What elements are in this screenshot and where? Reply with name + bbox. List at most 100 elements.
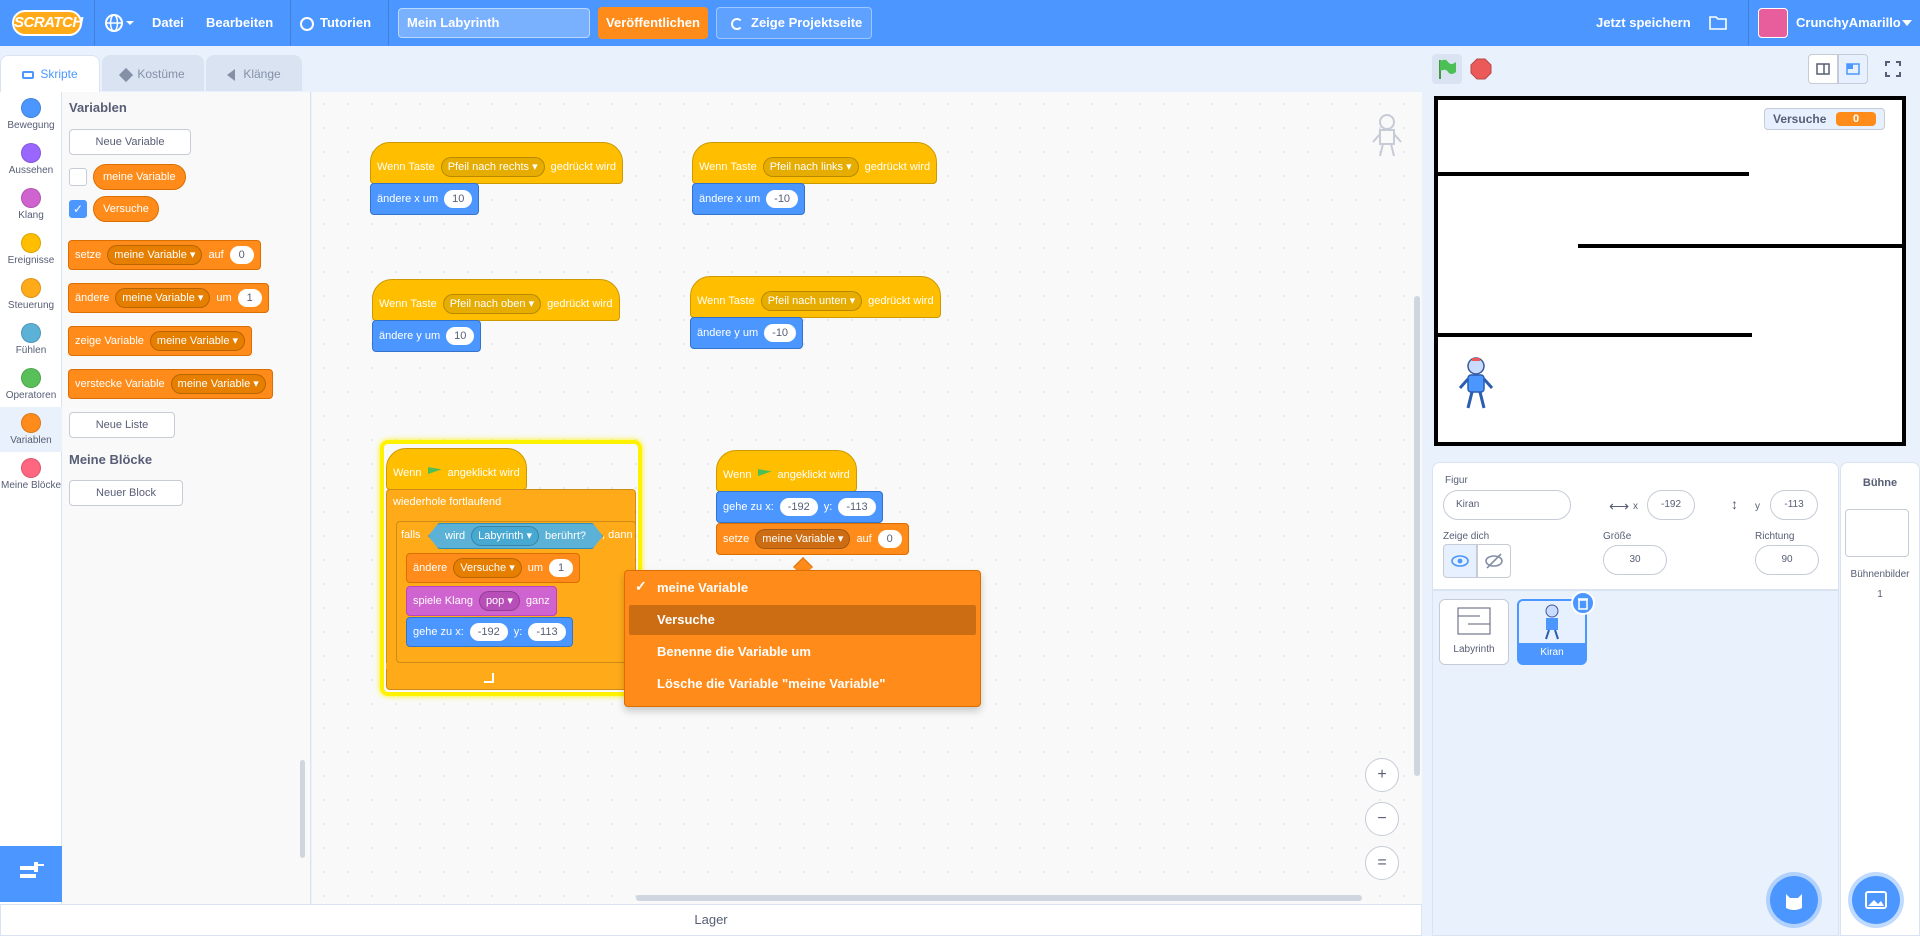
y-position-input[interactable]: -113 — [1770, 490, 1818, 520]
value-input[interactable]: 0 — [877, 530, 902, 548]
change-y-block[interactable]: ändere y um -10 — [690, 317, 804, 349]
language-button[interactable] — [102, 0, 138, 46]
tutorials-button[interactable]: Tutorien — [300, 0, 376, 46]
value-input[interactable]: 0 — [229, 246, 254, 264]
delete-sprite-button[interactable] — [1571, 591, 1595, 615]
stage-selector[interactable]: Bühne Bühnenbilder 1 — [1840, 462, 1920, 936]
variable-dropdown[interactable]: Versuche ▾ — [453, 558, 522, 578]
small-stage-button[interactable] — [1808, 54, 1838, 84]
when-key-pressed-block[interactable]: Wenn Taste Pfeil nach rechts ▾ gedrückt wi… — [370, 142, 624, 184]
large-stage-button[interactable] — [1838, 54, 1868, 84]
kiran-sprite[interactable] — [1456, 356, 1496, 414]
change-variable-block[interactable]: ändere meine Variable ▾ um 1 — [68, 283, 269, 313]
y-input[interactable]: -113 — [528, 623, 566, 641]
zoom-reset-button[interactable]: = — [1365, 846, 1399, 880]
go-to-xy-block[interactable]: gehe zu x: -192 y: -113 — [406, 617, 573, 647]
menu-item-versuche[interactable]: Versuche — [629, 605, 976, 635]
new-variable-button[interactable]: Neue Variable — [69, 129, 191, 155]
sprite-tile-labyrinth[interactable]: Labyrinth — [1439, 599, 1509, 665]
menu-item-rename-variable[interactable]: Benenne die Variable um — [629, 637, 976, 667]
category-control[interactable]: Steuerung — [0, 272, 62, 317]
key-dropdown[interactable]: Pfeil nach oben ▾ — [442, 294, 542, 314]
category-motion[interactable]: Bewegung — [0, 92, 62, 137]
category-looks[interactable]: Aussehen — [0, 137, 62, 182]
when-key-pressed-block[interactable]: Wenn Taste Pfeil nach oben ▾ gedrückt wird — [372, 279, 620, 321]
show-visible-button[interactable] — [1443, 544, 1477, 578]
set-variable-block[interactable]: setze meine Variable ▾ auf 0 — [716, 523, 909, 555]
variable-dropdown[interactable]: meine Variable ▾ — [149, 331, 246, 351]
value-input[interactable]: -10 — [764, 324, 797, 342]
variable-dropdown[interactable]: meine Variable ▾ — [107, 245, 203, 265]
backpack[interactable]: Lager — [0, 904, 1422, 936]
stage-thumbnail[interactable] — [1845, 509, 1909, 557]
play-sound-block[interactable]: spiele Klang pop ▾ ganz — [406, 586, 557, 616]
share-button[interactable]: Veröffentlichen — [598, 7, 708, 39]
new-block-button[interactable]: Neuer Block — [69, 480, 183, 506]
category-my-blocks[interactable]: Meine Blöcke — [0, 452, 62, 506]
variable-dropdown-open[interactable]: meine Variable ▾ — [755, 529, 851, 549]
show-variable-block[interactable]: zeige Variable meine Variable ▾ — [68, 326, 253, 356]
avatar[interactable] — [1758, 8, 1788, 38]
tab-costumes[interactable]: Kostüme — [102, 55, 204, 91]
change-x-block[interactable]: ändere x um -10 — [692, 183, 806, 215]
zoom-out-button[interactable]: − — [1365, 802, 1399, 836]
x-input[interactable]: -192 — [469, 623, 508, 641]
account-chevron-down-icon[interactable] — [1902, 20, 1912, 26]
change-variable-block[interactable]: ändere Versuche ▾ um 1 — [406, 553, 580, 583]
sound-dropdown[interactable]: pop ▾ — [478, 591, 520, 611]
value-input[interactable]: 10 — [446, 327, 475, 345]
when-flag-clicked-block[interactable]: Wenn angeklickt wird — [386, 448, 527, 490]
add-sprite-button[interactable] — [1770, 876, 1818, 924]
scratch-logo[interactable]: SCRATCH — [12, 10, 83, 36]
change-x-block[interactable]: ändere x um 10 — [370, 183, 480, 215]
when-key-pressed-block[interactable]: Wenn Taste Pfeil nach links ▾ gedrückt wir… — [692, 142, 938, 184]
menu-item-delete-variable[interactable]: Lösche die Variable "meine Variable" — [629, 669, 976, 699]
key-dropdown[interactable]: Pfeil nach rechts ▾ — [440, 157, 545, 177]
workspace-v-scrollbar[interactable] — [1414, 296, 1420, 776]
file-menu[interactable]: Datei — [152, 0, 184, 46]
new-list-button[interactable]: Neue Liste — [69, 412, 175, 438]
key-dropdown[interactable]: Pfeil nach links ▾ — [762, 157, 859, 177]
my-stuff-button[interactable] — [1708, 0, 1734, 46]
when-flag-clicked-block[interactable]: Wenn angeklickt wird — [716, 450, 857, 492]
hide-variable-block[interactable]: verstecke Variable meine Variable ▾ — [68, 369, 273, 399]
key-dropdown[interactable]: Pfeil nach unten ▾ — [760, 291, 863, 311]
touching-block[interactable]: wird Labyrinth ▾ berührt? — [428, 523, 603, 549]
category-sensing[interactable]: Fühlen — [0, 317, 62, 362]
variable-dropdown[interactable]: meine Variable ▾ — [115, 288, 211, 308]
when-key-pressed-block[interactable]: Wenn Taste Pfeil nach unten ▾ gedrückt wir… — [690, 276, 941, 318]
x-input[interactable]: -192 — [779, 498, 818, 516]
variable-monitor[interactable]: Versuche 0 — [1764, 108, 1885, 130]
add-backdrop-button[interactable] — [1852, 876, 1900, 924]
tab-code[interactable]: Skripte — [0, 55, 100, 93]
value-input[interactable]: 10 — [444, 190, 473, 208]
size-input[interactable]: 30 — [1603, 545, 1667, 575]
go-to-xy-block[interactable]: gehe zu x: -192 y: -113 — [716, 491, 883, 523]
sprite-name-input[interactable]: Kiran — [1443, 490, 1571, 520]
touching-dropdown[interactable]: Labyrinth ▾ — [471, 526, 540, 546]
stop-button[interactable] — [1466, 54, 1496, 84]
variable-checkbox[interactable] — [69, 168, 87, 186]
fullscreen-button[interactable] — [1878, 54, 1908, 84]
add-extension-button[interactable] — [0, 846, 62, 902]
project-title-input[interactable]: Mein Labyrinth — [398, 8, 590, 38]
variable-reporter[interactable]: meine Variable — [93, 164, 186, 190]
change-y-block[interactable]: ändere y um 10 — [372, 320, 482, 352]
username[interactable]: CrunchyAmarillo — [1796, 0, 1901, 46]
y-input[interactable]: -113 — [838, 498, 876, 516]
x-position-input[interactable]: -192 — [1647, 490, 1695, 520]
value-input[interactable]: -10 — [766, 190, 799, 208]
stage-canvas[interactable] — [1434, 96, 1906, 446]
category-events[interactable]: Ereignisse — [0, 227, 62, 272]
tab-sounds[interactable]: Klänge — [206, 55, 302, 91]
green-flag-button[interactable] — [1432, 54, 1462, 84]
value-input[interactable]: 1 — [549, 559, 573, 577]
direction-input[interactable]: 90 — [1755, 545, 1819, 575]
hide-button[interactable] — [1477, 544, 1511, 578]
palette-scrollbar[interactable] — [300, 760, 305, 858]
variable-reporter[interactable]: Versuche — [93, 196, 159, 222]
category-sound[interactable]: Klang — [0, 182, 62, 227]
see-project-page-button[interactable]: Zeige Projektseite — [716, 7, 872, 39]
variable-checkbox-checked[interactable]: ✓ — [69, 200, 87, 218]
zoom-in-button[interactable]: + — [1365, 758, 1399, 792]
